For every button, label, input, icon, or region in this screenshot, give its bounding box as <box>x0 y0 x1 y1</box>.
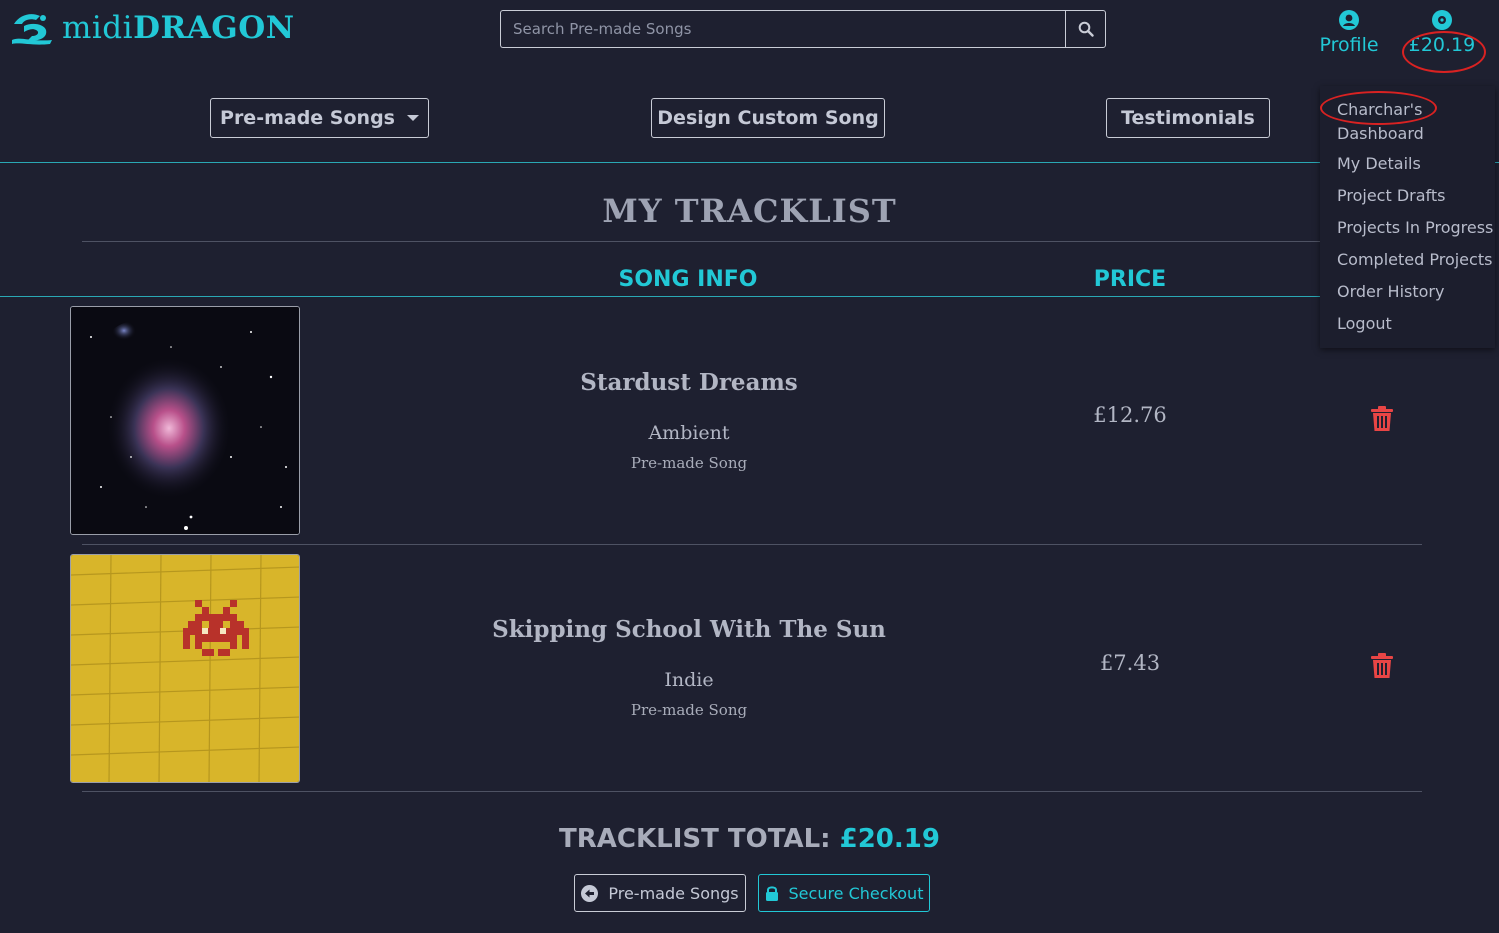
back-to-premade-songs-button[interactable]: Pre-made Songs <box>574 874 746 912</box>
testimonials-label: Testimonials <box>1121 107 1255 129</box>
dropdown-item-completed-projects[interactable]: Completed Projects <box>1337 250 1492 269</box>
dropdown-item-project-drafts[interactable]: Project Drafts <box>1337 186 1446 205</box>
profile-label: Profile <box>1319 34 1379 56</box>
site-logo[interactable]: midiDRAGON <box>10 10 295 46</box>
song-artwork-nebula[interactable] <box>70 306 300 535</box>
song-artwork-space-invader[interactable] <box>70 554 300 783</box>
search-bar <box>500 10 1106 48</box>
total-value: £20.19 <box>839 824 940 854</box>
space-invader-image <box>71 555 299 782</box>
song-genre: Indie <box>664 669 714 691</box>
trash-icon <box>1371 406 1393 431</box>
row-divider <box>82 544 1422 545</box>
page-title: MY TRACKLIST <box>602 192 897 230</box>
premade-songs-dropdown-button[interactable]: Pre-made Songs <box>210 98 429 138</box>
title-divider <box>82 241 1422 242</box>
back-button-label: Pre-made Songs <box>608 883 739 903</box>
song-price: £12.76 <box>1093 403 1167 427</box>
trash-icon <box>1371 653 1393 678</box>
user-circle-icon <box>1339 10 1359 30</box>
brand-name: midiDRAGON <box>62 10 295 46</box>
header-divider <box>0 162 1499 163</box>
column-header-song-info: SONG INFO <box>618 267 758 292</box>
lock-icon <box>765 886 778 901</box>
song-genre: Ambient <box>648 422 730 444</box>
remove-song-button[interactable] <box>1370 653 1394 684</box>
premade-songs-label: Pre-made Songs <box>220 107 395 129</box>
tracklist-total: TRACKLIST TOTAL: £20.19 <box>0 824 1499 854</box>
song-title[interactable]: Stardust Dreams <box>389 369 989 396</box>
disc-icon <box>1432 10 1452 30</box>
dragon-logo-icon <box>12 14 52 45</box>
dropdown-item-projects-in-progress[interactable]: Projects In Progress <box>1337 218 1493 237</box>
profile-link[interactable]: Profile <box>1316 10 1382 56</box>
table-header-divider <box>0 296 1320 297</box>
secure-checkout-button[interactable]: Secure Checkout <box>758 874 930 912</box>
search-input[interactable] <box>500 10 1065 48</box>
remove-song-button[interactable] <box>1370 406 1394 437</box>
dropdown-item-logout[interactable]: Logout <box>1337 314 1392 333</box>
total-label: TRACKLIST TOTAL: <box>559 824 831 854</box>
design-custom-song-label: Design Custom Song <box>657 107 879 129</box>
annotation-circle-total <box>1402 31 1486 73</box>
nebula-image <box>71 307 299 534</box>
testimonials-button[interactable]: Testimonials <box>1106 98 1270 138</box>
dropdown-item-order-history[interactable]: Order History <box>1337 282 1444 301</box>
arrow-left-circle-icon <box>581 884 599 902</box>
song-type: Pre-made Song <box>630 701 748 719</box>
annotation-circle-dashboard <box>1320 91 1437 125</box>
dropdown-item-my-details[interactable]: My Details <box>1337 154 1421 173</box>
search-button[interactable] <box>1065 10 1106 48</box>
song-type: Pre-made Song <box>630 454 748 472</box>
design-custom-song-button[interactable]: Design Custom Song <box>651 98 885 138</box>
checkout-button-label: Secure Checkout <box>788 883 924 903</box>
song-title[interactable]: Skipping School With The Sun <box>389 616 989 643</box>
profile-dropdown-menu: Charchar's Dashboard My Details Project … <box>1320 86 1495 348</box>
caret-down-icon <box>406 115 419 121</box>
tracklist-bottom-divider <box>82 791 1422 792</box>
column-header-price: PRICE <box>1093 267 1167 292</box>
search-icon <box>1078 21 1094 37</box>
song-price: £7.43 <box>1099 651 1161 675</box>
